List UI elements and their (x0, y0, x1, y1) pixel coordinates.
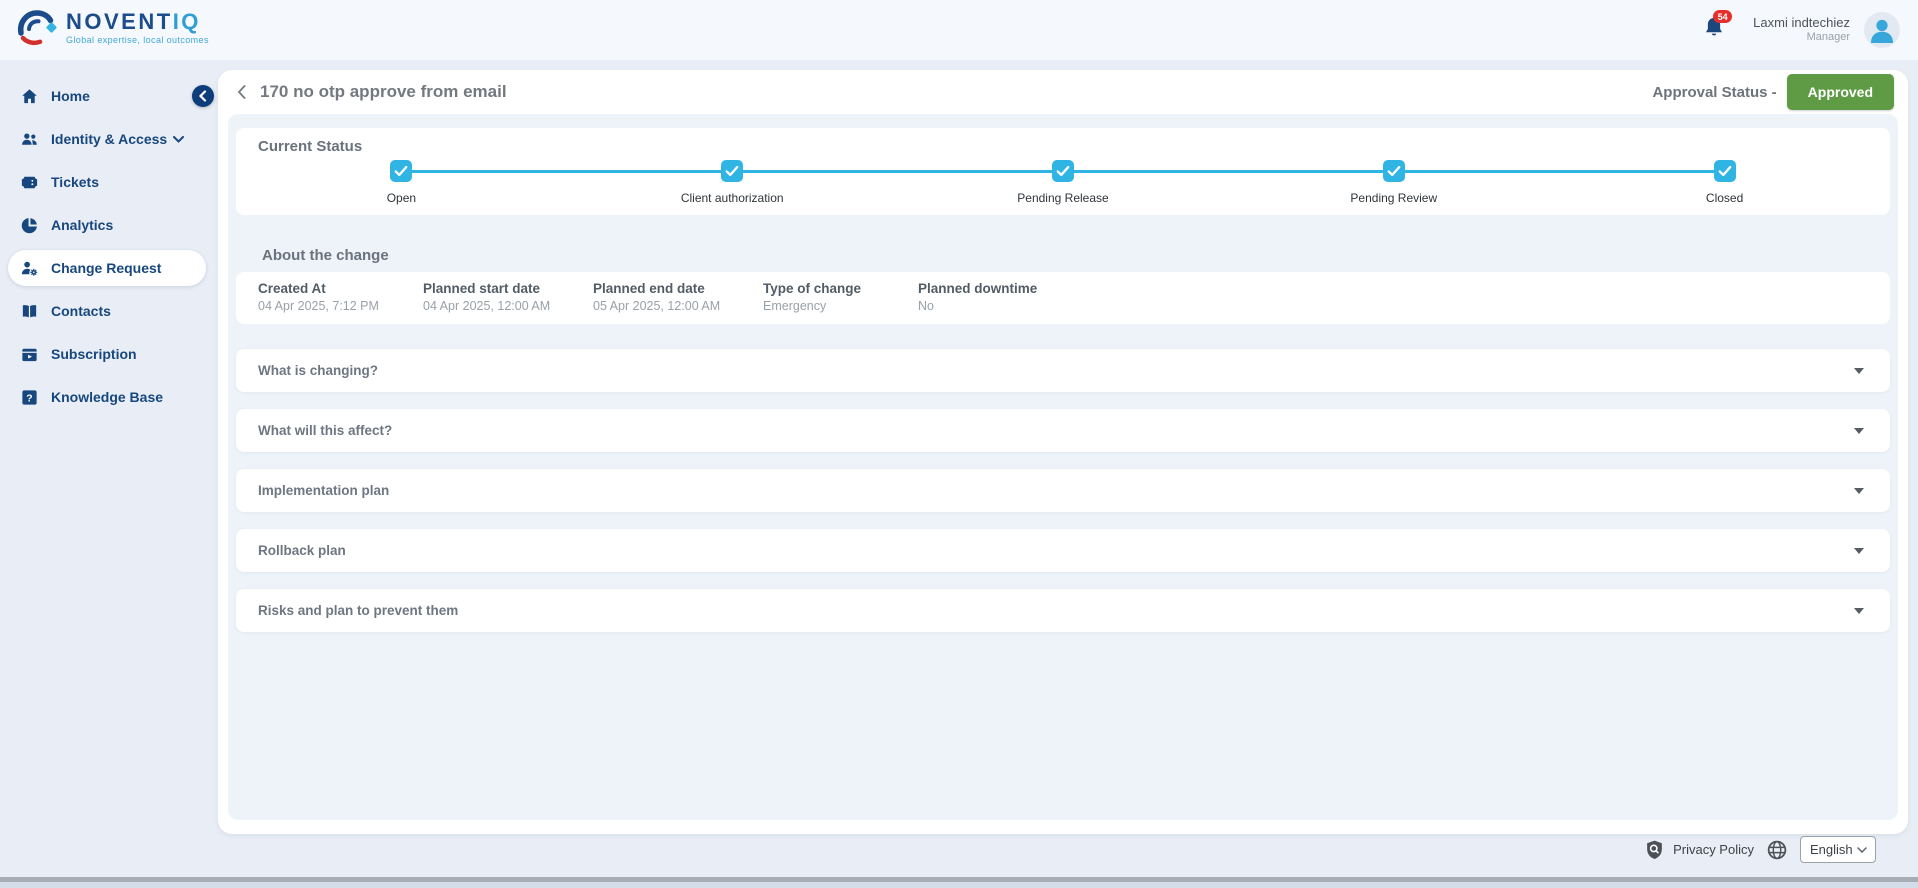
approval-status-label: Approval Status - (1652, 84, 1776, 101)
chevron-down-icon (1854, 548, 1864, 554)
back-button[interactable] (236, 83, 250, 101)
accordion-what-is-changing[interactable]: What is changing? (236, 349, 1890, 392)
accordion-risks-and-plan[interactable]: Risks and plan to prevent them (236, 589, 1890, 632)
checked-checkbox-icon (1383, 160, 1405, 182)
person-icon (1864, 12, 1900, 48)
field-created-at: Created At 04 Apr 2025, 7:12 PM (258, 281, 423, 313)
avatar[interactable] (1864, 12, 1900, 48)
header-user-area: 54 Laxmi indtechiez Manager (1701, 9, 1900, 51)
user-name: Laxmi indtechiez (1753, 15, 1850, 30)
field-planned-end-date: Planned end date 05 Apr 2025, 12:00 AM (593, 281, 763, 313)
sidebar-item-analytics[interactable]: Analytics (8, 207, 206, 243)
sidebar-item-contacts[interactable]: Contacts (8, 293, 206, 329)
chevron-down-icon (1854, 428, 1864, 434)
change-request-icon (20, 259, 39, 278)
subscription-icon (20, 345, 39, 364)
chevron-down-icon (1857, 847, 1867, 853)
status-step-client-authorization: Client authorization (567, 160, 898, 205)
sidebar-item-change-request[interactable]: Change Request (8, 250, 206, 286)
user-info: Laxmi indtechiez Manager (1753, 15, 1850, 45)
horizontal-scrollbar-thumb[interactable] (0, 877, 1918, 882)
current-status-heading: Current Status (236, 138, 1890, 155)
about-the-change-card: Created At 04 Apr 2025, 7:12 PM Planned … (236, 272, 1890, 324)
accordion-what-will-this-affect[interactable]: What will this affect? (236, 409, 1890, 452)
field-planned-downtime: Planned downtime No (918, 281, 1037, 313)
sidebar-item-subscription[interactable]: Subscription (8, 336, 206, 372)
horizontal-scrollbar-track (0, 882, 1918, 888)
notification-badge: 54 (1713, 10, 1732, 23)
noventiq-logo[interactable]: NOVENTIQ Global expertise, local outcome… (14, 6, 209, 50)
user-role: Manager (1753, 30, 1850, 45)
identity-access-icon (20, 130, 39, 149)
language-select[interactable]: English (1800, 836, 1876, 863)
sidebar-item-identity-access[interactable]: Identity & Access (8, 121, 206, 157)
title-row: 170 no otp approve from email Approval S… (218, 70, 1908, 114)
chevron-left-icon (198, 90, 208, 102)
footer: Privacy Policy English (1644, 836, 1876, 863)
contacts-icon (20, 302, 39, 321)
chevron-down-icon (1854, 488, 1864, 494)
privacy-shield-icon (1644, 839, 1665, 860)
brand-tagline: Global expertise, local outcomes (66, 35, 209, 45)
tickets-icon (20, 173, 39, 192)
sidebar: Home Identity & Access Tickets (0, 60, 216, 871)
sidebar-item-tickets[interactable]: Tickets (8, 164, 206, 200)
about-section-heading: About the change (262, 247, 1898, 264)
noventiq-logo-icon (14, 6, 60, 50)
accordion-implementation-plan[interactable]: Implementation plan (236, 469, 1890, 512)
svg-text:?: ? (26, 393, 32, 404)
knowledge-base-icon: ? (20, 388, 39, 407)
status-stepper: Open Client authorization Pending Releas… (236, 160, 1890, 205)
sidebar-collapse-button[interactable] (192, 85, 214, 107)
chevron-down-icon (1854, 608, 1864, 614)
chevron-left-icon (236, 84, 247, 100)
sidebar-item-home[interactable]: Home (8, 78, 206, 114)
home-icon (20, 87, 39, 106)
privacy-policy-link[interactable]: Privacy Policy (1644, 839, 1754, 860)
approval-status: Approval Status - Approved (1652, 74, 1894, 110)
status-step-closed: Closed (1559, 160, 1890, 205)
checked-checkbox-icon (390, 160, 412, 182)
current-status-card: Current Status Open Client authoriza (236, 128, 1890, 215)
field-type-of-change: Type of change Emergency (763, 281, 918, 313)
status-step-pending-release: Pending Release (898, 160, 1229, 205)
analytics-icon (20, 216, 39, 235)
brand-wordmark: NOVENTIQ (66, 10, 209, 34)
sidebar-item-knowledge-base[interactable]: ? Knowledge Base (8, 379, 206, 415)
main-content-card: 170 no otp approve from email Approval S… (218, 70, 1908, 834)
status-step-pending-review: Pending Review (1228, 160, 1559, 205)
chevron-down-icon (173, 136, 184, 143)
chevron-down-icon (1854, 368, 1864, 374)
content-panel: Current Status Open Client authoriza (228, 114, 1898, 820)
notifications-button[interactable]: 54 (1701, 14, 1731, 46)
top-header: NOVENTIQ Global expertise, local outcome… (0, 0, 1918, 60)
page-title: 170 no otp approve from email (260, 82, 507, 102)
approved-status-button[interactable]: Approved (1787, 74, 1894, 110)
checked-checkbox-icon (1052, 160, 1074, 182)
accordion-rollback-plan[interactable]: Rollback plan (236, 529, 1890, 572)
status-step-open: Open (236, 160, 567, 205)
globe-icon (1766, 839, 1788, 861)
checked-checkbox-icon (1714, 160, 1736, 182)
field-planned-start-date: Planned start date 04 Apr 2025, 12:00 AM (423, 281, 593, 313)
checked-checkbox-icon (721, 160, 743, 182)
